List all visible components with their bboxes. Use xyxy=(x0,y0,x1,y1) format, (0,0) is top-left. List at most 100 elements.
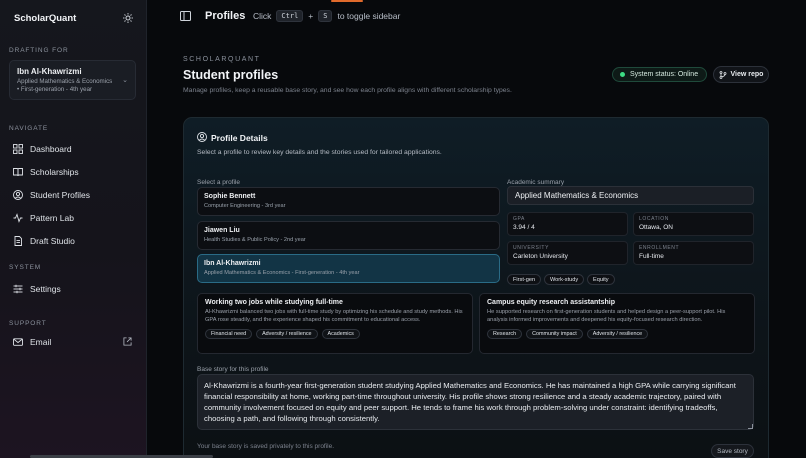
navigate-label: NAVIGATE xyxy=(9,125,49,132)
document-icon xyxy=(14,236,22,246)
chip-first-gen: First-gen xyxy=(507,274,542,285)
topbar-title: Profiles xyxy=(205,10,246,22)
sidebar-shortcut-hint: Click Ctrl + S to toggle sidebar xyxy=(253,10,400,22)
nav-student-profiles[interactable]: Student Profiles xyxy=(13,190,90,200)
story-body: Al-Khawrizmi balanced two jobs with full… xyxy=(205,309,463,323)
stat-gpa: GPA 3.94 / 4 xyxy=(507,212,628,236)
story-card-two-jobs[interactable]: Working two jobs while studying full-tim… xyxy=(197,293,473,354)
profile-details-title: Profile Details xyxy=(211,133,268,143)
stat-enrollment-label: ENROLLMENT xyxy=(639,245,680,251)
stat-enrollment-value: Full-time xyxy=(639,253,664,260)
support-label: SUPPORT xyxy=(9,320,47,327)
theme-toggle-sun-icon[interactable] xyxy=(123,13,133,23)
brand-name: ScholarQuant xyxy=(14,13,77,24)
current-profile-selector[interactable]: Ibn Al-Khawrizmi Applied Mathematics & E… xyxy=(9,60,136,100)
current-profile-program: Applied Mathematics & Economics xyxy=(17,78,113,85)
book-icon xyxy=(13,168,23,177)
story-title: Campus equity research assistantship xyxy=(487,299,615,306)
story-tags: Financial need Adversity / resilience Ac… xyxy=(205,328,465,339)
nav-pattern-lab-label: Pattern Lab xyxy=(30,213,74,223)
resize-handle-icon[interactable] xyxy=(748,424,753,429)
profile-option-ibn-al-khawrizmi[interactable]: Ibn Al-Khawrizmi Applied Mathematics & E… xyxy=(197,254,500,283)
profile-option-jiawen-liu[interactable]: Jiawen Liu Health Studies & Public Polic… xyxy=(197,221,500,250)
story-tag: Adversity / resilience xyxy=(256,328,318,339)
dashboard-icon xyxy=(13,144,23,154)
academic-summary-label: Academic summary xyxy=(507,179,565,186)
story-card-equity-research[interactable]: Campus equity research assistantship He … xyxy=(479,293,755,354)
kbd-s: S xyxy=(318,10,333,22)
hint-click-text: Click xyxy=(253,11,272,21)
profile-option-name: Sophie Bennett xyxy=(204,193,256,200)
stat-university: UNIVERSITY Carleton University xyxy=(507,241,628,265)
nav-settings[interactable]: Settings xyxy=(13,284,61,294)
story-tag: Research xyxy=(487,328,523,339)
stat-gpa-value: 3.94 / 4 xyxy=(513,224,535,231)
user-circle-icon xyxy=(197,132,207,142)
top-accent-bar xyxy=(331,0,363,2)
activity-icon xyxy=(13,213,23,223)
story-tag: Academics xyxy=(321,328,360,339)
profile-option-sophie-bennett[interactable]: Sophie Bennett Computer Engineering - 3r… xyxy=(197,187,500,216)
nav-dashboard[interactable]: Dashboard xyxy=(13,144,72,154)
nav-draft-studio[interactable]: Draft Studio xyxy=(13,236,75,246)
system-status-text: System status: Online xyxy=(630,71,699,78)
profile-option-name: Ibn Al-Khawrizmi xyxy=(204,260,261,267)
academic-summary-field[interactable]: Applied Mathematics & Economics xyxy=(507,186,754,205)
nav-scholarships[interactable]: Scholarships xyxy=(13,167,79,177)
story-tag: Adversity / resilience xyxy=(586,328,649,339)
external-link-icon[interactable] xyxy=(123,337,132,346)
stat-gpa-label: GPA xyxy=(513,216,525,222)
sidebar: ScholarQuant DRAFTING FOR Ibn Al-Khawriz… xyxy=(0,0,147,458)
stat-university-label: UNIVERSITY xyxy=(513,245,550,251)
chip-equity: Equity xyxy=(587,274,615,285)
view-repo-button[interactable]: View repo xyxy=(713,66,769,83)
nav-pattern-lab[interactable]: Pattern Lab xyxy=(13,213,74,223)
base-story-textarea[interactable]: Al-Khawrizmi is a fourth-year first-gene… xyxy=(197,374,754,430)
story-tags: Research Community impact Adversity / re… xyxy=(487,328,747,339)
profile-option-name: Jiawen Liu xyxy=(204,227,240,234)
stat-enrollment: ENROLLMENT Full-time xyxy=(633,241,754,265)
select-profile-label: Select a profile xyxy=(197,179,240,186)
system-label: SYSTEM xyxy=(9,264,42,271)
current-profile-name: Ibn Al-Khawrizmi xyxy=(17,67,82,76)
stat-location-value: Ottawa, ON xyxy=(639,224,673,231)
view-repo-label: View repo xyxy=(730,71,764,78)
status-online-dot-icon xyxy=(620,72,625,77)
profile-option-detail: Health Studies & Public Policy - 2nd yea… xyxy=(204,237,306,243)
profile-option-detail: Applied Mathematics & Economics - First-… xyxy=(204,270,360,276)
stat-university-value: Carleton University xyxy=(513,253,568,260)
chevron-down-icon: ⌄ xyxy=(122,77,128,84)
user-circle-icon xyxy=(13,190,23,200)
sidebar-toggle-icon[interactable] xyxy=(180,11,191,21)
git-branch-icon xyxy=(719,70,726,79)
profile-details-subtitle: Select a profile to review key details a… xyxy=(197,149,442,156)
nav-email-label: Email xyxy=(30,337,52,347)
mail-icon xyxy=(13,338,23,346)
system-status-badge: System status: Online xyxy=(612,67,708,82)
nav-email[interactable]: Email xyxy=(13,337,51,347)
story-title: Working two jobs while studying full-tim… xyxy=(205,299,343,306)
story-body: He supported research on first-generatio… xyxy=(487,309,726,323)
sliders-icon xyxy=(13,284,23,294)
chip-work-study: Work-study xyxy=(544,274,585,285)
stat-location-label: LOCATION xyxy=(639,216,669,222)
nav-draft-studio-label: Draft Studio xyxy=(30,236,75,246)
hint-toggle-text: to toggle sidebar xyxy=(337,11,401,21)
page-subtitle: Manage profiles, keep a reusable base st… xyxy=(183,87,512,94)
story-tag: Community impact xyxy=(526,328,583,339)
save-note: Your base story is saved privately to th… xyxy=(197,443,335,450)
profile-option-detail: Computer Engineering - 3rd year xyxy=(204,203,286,209)
nav-scholarships-label: Scholarships xyxy=(30,167,79,177)
hint-plus: + xyxy=(308,11,314,21)
page-title: Student profiles xyxy=(183,68,279,82)
stat-location: LOCATION Ottawa, ON xyxy=(633,212,754,236)
nav-settings-label: Settings xyxy=(30,284,61,294)
base-story-label: Base story for this profile xyxy=(197,366,269,373)
save-story-button[interactable]: Save story xyxy=(711,444,754,458)
drafting-for-label: DRAFTING FOR xyxy=(9,47,69,54)
kbd-ctrl: Ctrl xyxy=(276,10,304,22)
current-profile-meta: • First-generation - 4th year xyxy=(17,86,93,94)
story-tag: Financial need xyxy=(205,328,253,339)
nav-dashboard-label: Dashboard xyxy=(30,144,72,154)
nav-student-profiles-label: Student Profiles xyxy=(30,190,91,200)
